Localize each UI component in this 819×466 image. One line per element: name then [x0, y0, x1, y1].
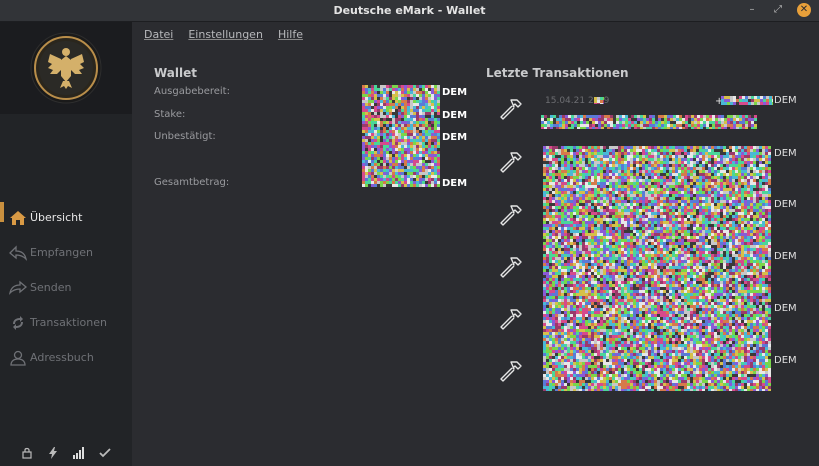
redacted-amount	[721, 96, 773, 105]
tx-unit-2: DEM	[774, 148, 797, 159]
sidebar-item-send[interactable]: Senden	[0, 270, 132, 305]
menu-help[interactable]: Hilfe	[278, 28, 303, 41]
tx-unit-3: DEM	[774, 199, 797, 210]
sidebar-item-receive[interactable]: Empfangen	[0, 235, 132, 270]
sidebar-item-label: Senden	[30, 281, 72, 294]
tx-mined-icon	[499, 203, 523, 227]
logo-area	[0, 22, 132, 114]
sidebar-item-address-book[interactable]: Adressbuch	[0, 340, 132, 375]
available-label: Ausgabebereit:	[154, 86, 230, 97]
tx-unit-6: DEM	[774, 355, 797, 366]
stake-label: Stake:	[154, 109, 186, 120]
synced-check-icon[interactable]	[96, 447, 114, 462]
available-unit: DEM	[442, 87, 468, 98]
transactions-icon	[8, 314, 28, 332]
tx-mined-icon	[499, 307, 523, 331]
stake-unit: DEM	[442, 110, 468, 121]
tx-mined-icon	[499, 150, 523, 174]
menu-settings[interactable]: Einstellungen	[188, 28, 263, 41]
tx-date: 15.04.21 29	[545, 96, 610, 106]
recent-transactions-heading: Letzte Transaktionen	[486, 66, 629, 80]
emark-logo-icon	[30, 32, 102, 104]
wallet-heading: Wallet	[154, 66, 198, 80]
sidebar-item-label: Übersicht	[30, 211, 83, 224]
status-bar	[0, 447, 132, 462]
tx-unit-1: DEM	[774, 95, 797, 106]
menu-bar: Datei Einstellungen Hilfe	[144, 28, 303, 41]
tx-unit-5: DEM	[774, 303, 797, 314]
sidebar-item-label: Transaktionen	[30, 316, 107, 329]
redacted-address	[541, 115, 757, 129]
address-book-icon	[8, 349, 28, 367]
staking-bolt-icon[interactable]	[44, 447, 62, 462]
maximize-icon[interactable]: ⤢	[771, 3, 785, 17]
tx-mined-icon	[499, 359, 523, 383]
sidebar-item-overview[interactable]: Übersicht	[0, 200, 132, 235]
total-label: Gesamtbetrag:	[154, 177, 230, 188]
window-titlebar: Deutsche eMark - Wallet – ⤢ ✕	[0, 0, 819, 22]
unconfirmed-unit: DEM	[442, 132, 468, 143]
sidebar-item-transactions[interactable]: Transaktionen	[0, 305, 132, 340]
sidebar: Übersicht Empfangen Senden Transaktionen…	[0, 22, 132, 466]
menu-file[interactable]: Datei	[144, 28, 173, 41]
unconfirmed-label: Unbestätigt:	[154, 131, 216, 142]
tx-mined-icon	[499, 97, 523, 121]
send-icon	[8, 279, 28, 297]
sidebar-item-label: Empfangen	[30, 246, 93, 259]
signal-bars-icon[interactable]	[70, 447, 88, 462]
receive-icon	[8, 244, 28, 262]
tx-unit-4: DEM	[774, 251, 797, 262]
home-icon	[8, 209, 28, 227]
minimize-icon[interactable]: –	[745, 3, 759, 17]
window-title: Deutsche eMark - Wallet	[333, 4, 486, 17]
close-icon[interactable]: ✕	[797, 3, 811, 17]
tx-mined-icon	[499, 255, 523, 279]
lock-icon[interactable]	[18, 447, 36, 462]
redacted-balances	[362, 85, 440, 187]
redacted-transactions	[543, 146, 771, 391]
total-unit: DEM	[442, 178, 468, 189]
sidebar-item-label: Adressbuch	[30, 351, 94, 364]
